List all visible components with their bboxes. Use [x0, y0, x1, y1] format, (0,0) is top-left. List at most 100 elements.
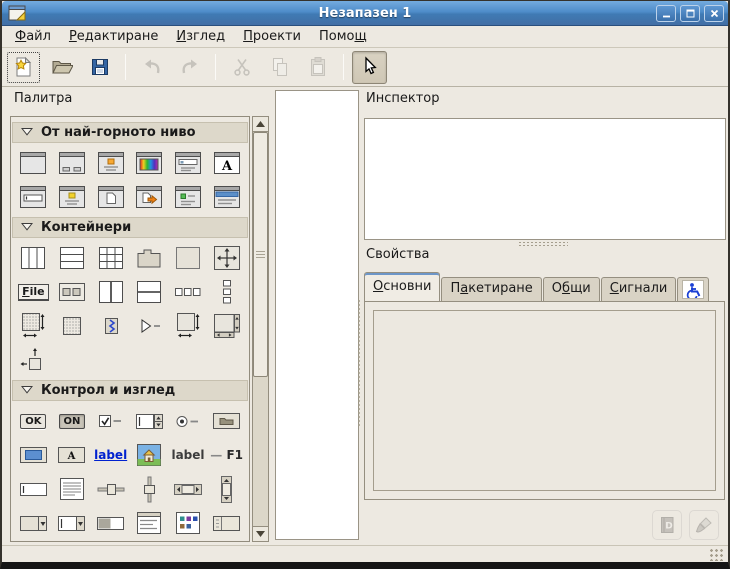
palette-item-accel-label[interactable]: — F1: [207, 438, 246, 472]
palette-item-drawing-area[interactable]: [130, 540, 169, 542]
palette-item-menu-bar[interactable]: File: [14, 275, 53, 309]
palette-item-combo-box-entry[interactable]: [53, 506, 92, 540]
palette-item-window[interactable]: [14, 146, 53, 180]
scrollbar-track[interactable]: [253, 131, 268, 527]
expander-open-icon: [21, 220, 33, 235]
palette-item-about-dialog[interactable]: [53, 180, 92, 214]
palette-item-cell-view[interactable]: [207, 506, 246, 540]
expander-open-icon: [21, 383, 33, 398]
palette-item-tree-view[interactable]: [130, 506, 169, 540]
palette-item-scrolled-window[interactable]: [207, 309, 246, 343]
palette-item-vbutton-box[interactable]: [207, 275, 246, 309]
palette-item-image[interactable]: [130, 438, 169, 472]
design-canvas[interactable]: [275, 90, 359, 540]
palette-item-input-dialog[interactable]: [14, 180, 53, 214]
fixed-icon: [214, 246, 240, 270]
palette-item-vscrollbar[interactable]: [207, 472, 246, 506]
minimize-button[interactable]: [656, 5, 676, 22]
maximize-button[interactable]: [680, 5, 700, 22]
palette-item-assistant[interactable]: [207, 180, 246, 214]
progress-bar-icon: [97, 517, 124, 530]
palette-item-status-bar[interactable]: [91, 540, 130, 542]
scrollbar-thumb[interactable]: [253, 132, 268, 377]
palette-item-handle-box[interactable]: [91, 309, 130, 343]
titlebar[interactable]: Незапазен 1: [2, 1, 728, 26]
palette-item-combo-box[interactable]: [14, 506, 53, 540]
scroll-down-button[interactable]: [252, 526, 269, 542]
palette-item-radio-button[interactable]: [169, 404, 208, 438]
palette-item-message-dialog[interactable]: [91, 146, 130, 180]
palette-item-file-chooser-button[interactable]: [207, 404, 246, 438]
svg-text:D: D: [665, 522, 672, 532]
tab-packing[interactable]: Пакетиране: [441, 277, 541, 301]
undo-button: [134, 51, 169, 84]
palette-item-vseparator[interactable]: [53, 540, 92, 542]
palette-item-recent-chooser-dialog[interactable]: [130, 180, 169, 214]
palette-item-button[interactable]: OK: [14, 404, 53, 438]
palette-item-hbutton-box[interactable]: [169, 275, 208, 309]
palette-item-text-view[interactable]: [53, 472, 92, 506]
palette-item-event-box[interactable]: [53, 309, 92, 343]
palette-item-hseparator[interactable]: [14, 540, 53, 542]
palette-item-label[interactable]: label: [169, 438, 208, 472]
palette-item-entry[interactable]: [14, 472, 53, 506]
palette-item-file-chooser-dialog[interactable]: [169, 146, 208, 180]
menu-Редактиране[interactable]: Редактиране: [62, 27, 165, 46]
palette-item-viewport[interactable]: [169, 309, 208, 343]
inspector-view[interactable]: [364, 118, 726, 240]
palette-item-toggle-button[interactable]: ON: [53, 404, 92, 438]
palette-item-check-button[interactable]: [91, 404, 130, 438]
resize-grip[interactable]: [709, 548, 724, 561]
palette-section-header-3[interactable]: Контрол и изглед: [12, 380, 248, 401]
accel-label-icon: —: [210, 448, 222, 462]
palette-item-link-button[interactable]: label: [91, 438, 130, 472]
palette-section-header-2[interactable]: Контейнери: [12, 217, 248, 238]
palette-item-font-selection-dialog[interactable]: A: [207, 146, 246, 180]
palette-item-toolbar-widget[interactable]: [53, 275, 92, 309]
palette-item-expander[interactable]: [130, 309, 169, 343]
palette-item-color-button[interactable]: [14, 438, 53, 472]
scroll-up-button[interactable]: [252, 116, 269, 132]
paned-handle-horizontal[interactable]: [518, 241, 568, 247]
palette-item-property-dialog[interactable]: [169, 180, 208, 214]
palette-item-vbox[interactable]: [53, 241, 92, 275]
close-button[interactable]: [704, 5, 724, 22]
palette-item-table[interactable]: [91, 241, 130, 275]
palette-item-vscale[interactable]: [130, 472, 169, 506]
palette-item-hpaned[interactable]: [91, 275, 130, 309]
palette-item-fixed[interactable]: [207, 241, 246, 275]
palette-item-color-selection-dialog[interactable]: [130, 146, 169, 180]
palette-scrollbar[interactable]: [252, 116, 269, 542]
selector-button[interactable]: [352, 51, 387, 84]
menu-Проекти[interactable]: Проекти: [236, 27, 308, 46]
palette-item-hbox[interactable]: [14, 241, 53, 275]
open-button[interactable]: [44, 51, 79, 84]
palette-item-frame[interactable]: [169, 241, 208, 275]
palette-item-hscale[interactable]: [91, 472, 130, 506]
palette-item-icon-view[interactable]: [169, 506, 208, 540]
menu-Изглед[interactable]: Изглед: [169, 27, 232, 46]
palette-item-page-dialog[interactable]: [91, 180, 130, 214]
menu-Помощ[interactable]: Помощ: [312, 27, 374, 46]
save-icon: [89, 56, 111, 78]
palette-item-spin-button[interactable]: [130, 404, 169, 438]
palette-item-progress-bar[interactable]: [91, 506, 130, 540]
paned-handle-vertical[interactable]: [357, 299, 362, 427]
palette-item-layout[interactable]: [14, 309, 53, 343]
hbutton-box-icon: [175, 281, 201, 303]
palette-item-notebook[interactable]: [130, 241, 169, 275]
palette-item-font-button[interactable]: A: [53, 438, 92, 472]
tab-accessibility[interactable]: [677, 277, 709, 301]
paste-button: [300, 51, 335, 84]
menu-Файл[interactable]: Файл: [8, 27, 58, 46]
tab-common[interactable]: Общи: [543, 277, 600, 301]
save-button[interactable]: [82, 51, 117, 84]
palette-item-alignment[interactable]: [14, 343, 53, 377]
palette-item-vpaned[interactable]: [130, 275, 169, 309]
palette-item-dialog[interactable]: [53, 146, 92, 180]
tab-general[interactable]: Основни: [364, 272, 440, 301]
tab-signals[interactable]: Сигнали: [601, 277, 677, 301]
palette-section-header-1[interactable]: От най-горното ниво: [12, 122, 248, 143]
new-button[interactable]: [6, 51, 41, 84]
palette-item-hscrollbar[interactable]: [169, 472, 208, 506]
